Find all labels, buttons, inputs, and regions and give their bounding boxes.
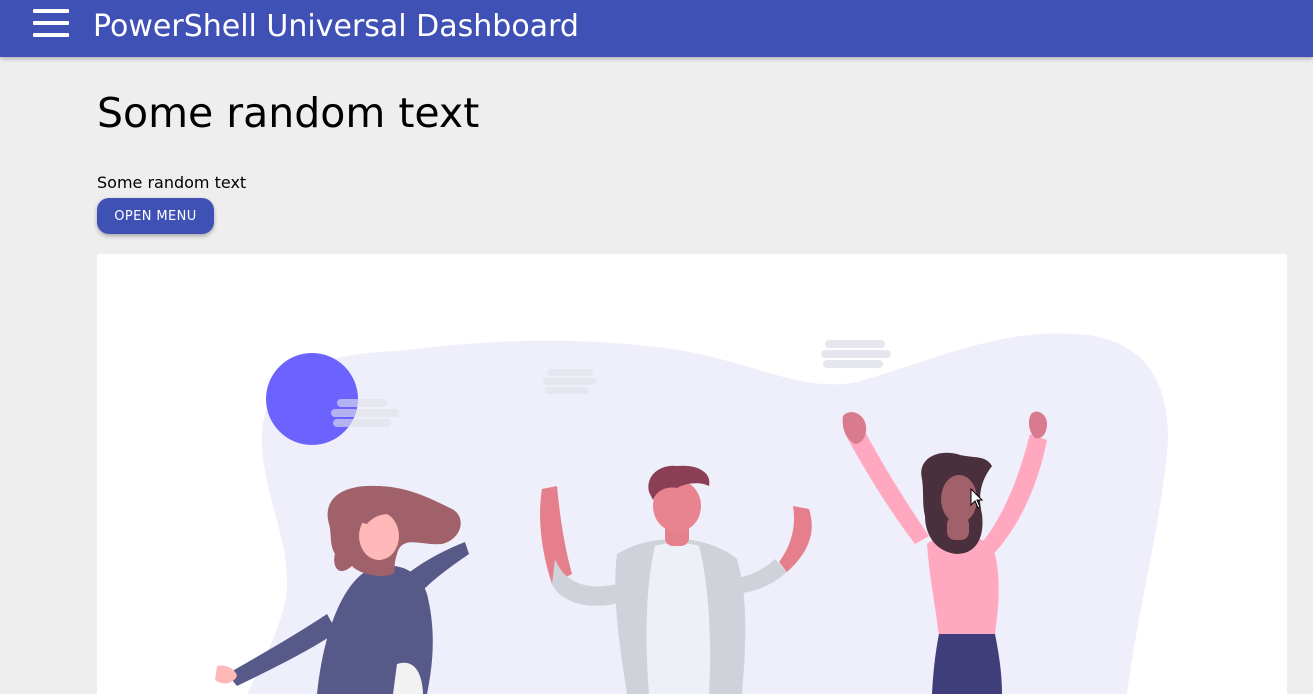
app-bar: PowerShell Universal Dashboard (0, 0, 1313, 57)
body-text: Some random text (97, 173, 247, 192)
celebrating-people-illustration (215, 333, 1168, 694)
page-heading: Some random text (97, 89, 480, 137)
mouse-cursor-icon (970, 488, 984, 509)
app-title: PowerShell Universal Dashboard (93, 9, 579, 44)
open-menu-button[interactable]: OPEN MENU (97, 198, 214, 234)
illustration-card (97, 254, 1287, 694)
hamburger-menu-icon[interactable] (30, 6, 72, 48)
